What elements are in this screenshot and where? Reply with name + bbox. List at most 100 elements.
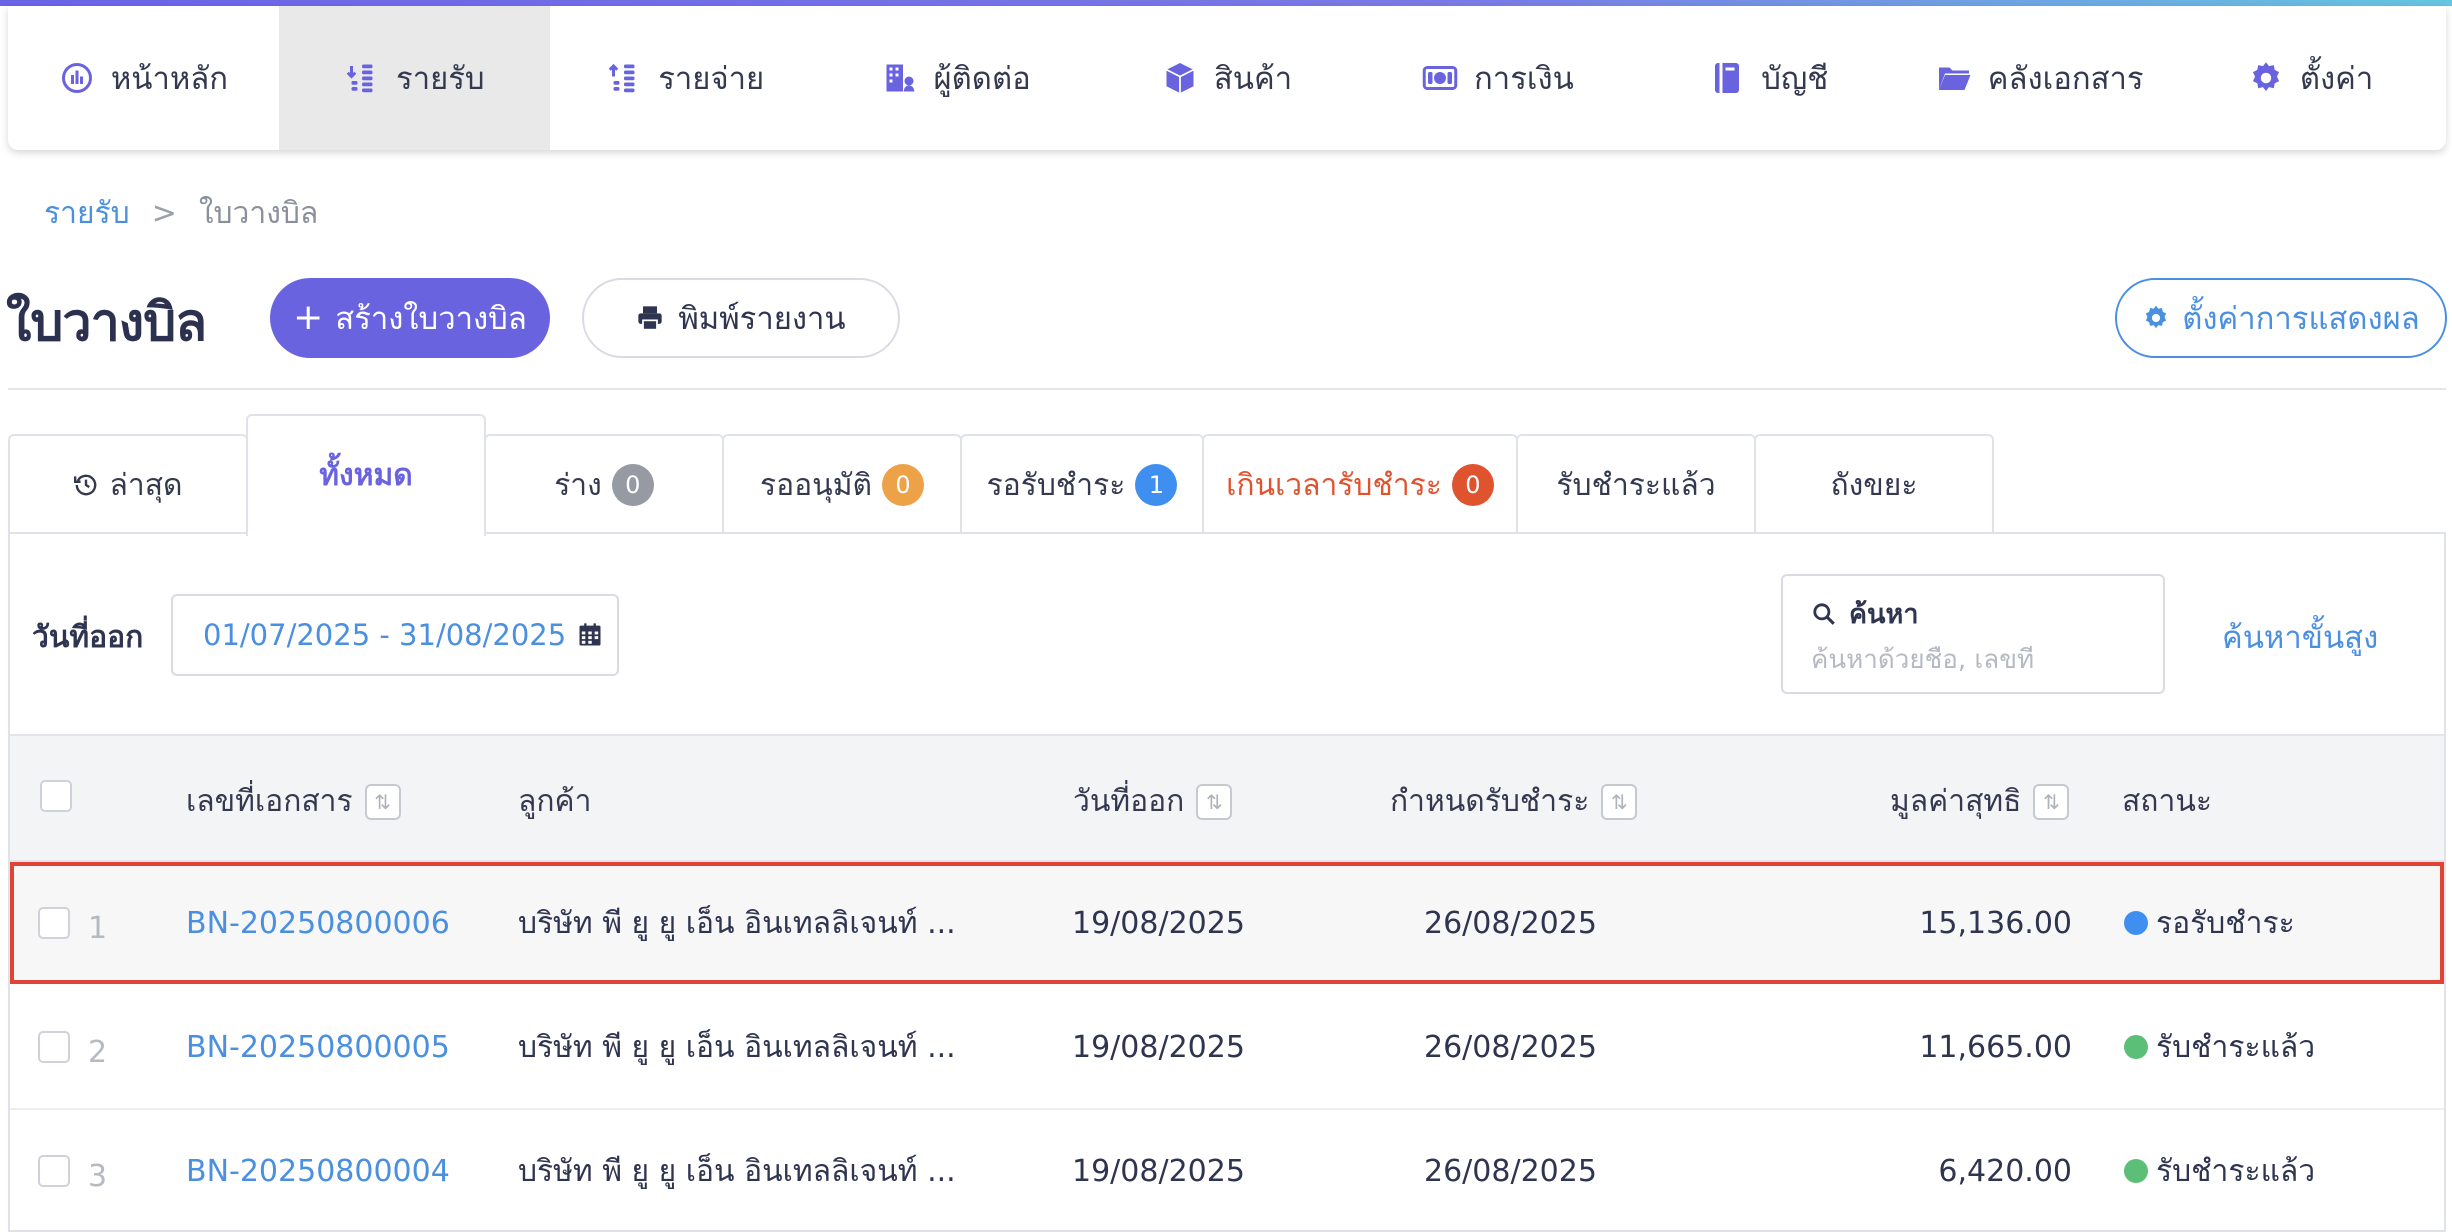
customer-name: บริษัท พี ยู ยู เอ็น อินเทลลิเจนท์ ... — [518, 905, 956, 941]
tab-awaiting-approval[interactable]: รออนุมัติ 0 — [722, 434, 962, 534]
count-badge: 0 — [881, 464, 924, 506]
table-row[interactable]: 2 BN-20250800005 บริษัท พี ยู ยู เอ็น อิ… — [10, 986, 2444, 1108]
doc-number-link[interactable]: BN-20250800004 — [186, 1154, 450, 1189]
sort-icon[interactable]: ⇅ — [1601, 783, 1638, 820]
column-label: มูลค่าสุทธิ — [1890, 784, 2022, 819]
status-dot — [2124, 911, 2148, 935]
status-cell: รับชำระแล้ว — [2124, 1110, 2315, 1232]
row-checkbox[interactable] — [38, 1031, 70, 1063]
row-checkbox[interactable] — [38, 1155, 70, 1187]
row-select-cell: 1 — [38, 862, 107, 984]
column-label: ลูกค้า — [518, 784, 592, 819]
column-header-status: สถานะ — [2122, 778, 2212, 825]
tab-label: เกินเวลารับชำระ — [1226, 467, 1442, 503]
count-badge: 0 — [1451, 464, 1494, 506]
nav-item-settings[interactable]: ตั้งค่า — [2175, 6, 2446, 150]
row-index: 1 — [88, 910, 108, 946]
advanced-search-link[interactable]: ค้นหาขั้นสูง — [2222, 612, 2378, 662]
nav-item-accounting[interactable]: บัญชี — [1633, 6, 1904, 150]
doc-number-link[interactable]: BN-20250800006 — [186, 906, 450, 941]
nav-item-home[interactable]: หน้าหลัก — [8, 6, 279, 150]
nav-item-label: รายรับ — [396, 61, 485, 97]
row-index: 3 — [88, 1158, 108, 1194]
nav-item-label: สินค้า — [1213, 61, 1293, 97]
nav-item-expense[interactable]: รายจ่าย — [550, 6, 821, 150]
nav-item-label: ตั้งค่า — [2299, 61, 2374, 97]
table-row[interactable]: 1 BN-20250800006 บริษัท พี ยู ยู เอ็น อิ… — [10, 862, 2444, 984]
header-divider — [8, 388, 2446, 390]
display-settings-button[interactable]: ตั้งค่าการแสดงผล — [2115, 278, 2447, 358]
tab-all[interactable]: ทั้งหมด — [246, 414, 486, 536]
tab-label: ทั้งหมด — [319, 458, 413, 493]
display-settings-label: ตั้งค่าการแสดงผล — [2182, 301, 2420, 337]
money-icon — [1422, 60, 1458, 96]
tab-overdue[interactable]: เกินเวลารับชำระ 0 — [1202, 434, 1518, 534]
tab-label: ล่าสุด — [109, 467, 183, 503]
column-header-due-date[interactable]: กำหนดรับชำระ ⇅ — [1390, 778, 1638, 825]
breadcrumb-separator: > — [151, 196, 177, 231]
nav-item-label: บัญชี — [1761, 61, 1829, 97]
create-billing-note-button[interactable]: + สร้างใบวางบิล — [270, 278, 550, 358]
row-select-cell: 3 — [38, 1110, 107, 1232]
tab-paid[interactable]: รับชำระแล้ว — [1516, 434, 1756, 534]
net-amount: 15,136.00 — [1919, 905, 2072, 941]
tab-awaiting-payment[interactable]: รอรับชำระ 1 — [960, 434, 1204, 534]
table-header: เลขที่เอกสาร ⇅ ลูกค้า วันที่ออก ⇅ กำหนดร… — [10, 734, 2444, 862]
nav-item-income[interactable]: รายรับ — [278, 6, 550, 150]
date-range-picker[interactable]: 01/07/2025 - 31/08/2025 — [171, 594, 619, 676]
income-coins-icon — [344, 60, 380, 96]
sort-icon[interactable]: ⇅ — [1196, 783, 1233, 820]
nav-item-label: คลังเอกสาร — [1987, 61, 2144, 97]
row-index: 2 — [88, 1034, 108, 1070]
customer-name: บริษัท พี ยู ยู เอ็น อินเทลลิเจนท์ ... — [518, 1029, 956, 1065]
net-amount: 11,665.00 — [1919, 1029, 2072, 1065]
gear-icon — [2248, 60, 2284, 96]
table-row[interactable]: 3 BN-20250800004 บริษัท พี ยู ยู เอ็น อิ… — [10, 1110, 2444, 1232]
column-label: สถานะ — [2122, 784, 2212, 819]
count-badge: 1 — [1135, 464, 1178, 506]
select-all-checkbox-cell — [40, 780, 72, 812]
breadcrumb-link-income[interactable]: รายรับ — [44, 190, 130, 237]
nav-item-label: ผู้ติดต่อ — [933, 61, 1031, 97]
sort-icon[interactable]: ⇅ — [2033, 783, 2070, 820]
main-nav: หน้าหลัก รายรับ รายจ่าย ผู้ติดต่อ สินค้า… — [8, 6, 2446, 150]
row-select-cell: 2 — [38, 986, 107, 1108]
history-icon — [73, 472, 99, 498]
issue-date-filter-label: วันที่ออก — [32, 620, 144, 655]
tab-trash[interactable]: ถังขยะ — [1754, 434, 1994, 534]
search-input[interactable] — [1811, 645, 2131, 675]
contacts-building-icon — [882, 60, 918, 96]
print-report-button[interactable]: พิมพ์รายงาน — [582, 278, 900, 358]
column-header-issue-date[interactable]: วันที่ออก ⇅ — [1073, 778, 1233, 825]
gear-icon — [2142, 304, 2170, 332]
status-badge: รอรับชำระ — [2156, 905, 2295, 941]
due-date: 26/08/2025 — [1424, 905, 1597, 941]
breadcrumb-current: ใบวางบิล — [198, 196, 319, 231]
ledger-book-icon — [1709, 60, 1745, 96]
tab-label: ร่าง — [554, 467, 602, 503]
issue-date: 19/08/2025 — [1072, 905, 1245, 941]
tab-latest[interactable]: ล่าสุด — [8, 434, 248, 534]
printer-icon — [636, 304, 664, 332]
row-checkbox[interactable] — [38, 907, 70, 939]
status-cell: รอรับชำระ — [2124, 862, 2295, 984]
column-header-doc-no[interactable]: เลขที่เอกสาร ⇅ — [186, 778, 401, 825]
nav-item-products[interactable]: สินค้า — [1092, 6, 1363, 150]
tab-label: ถังขยะ — [1830, 467, 1918, 503]
column-header-net-amount[interactable]: มูลค่าสุทธิ ⇅ — [1890, 778, 2070, 825]
tab-draft[interactable]: ร่าง 0 — [484, 434, 724, 534]
select-all-checkbox[interactable] — [40, 780, 72, 812]
nav-item-contacts[interactable]: ผู้ติดต่อ — [821, 6, 1092, 150]
column-label: กำหนดรับชำระ — [1390, 784, 1590, 819]
sort-icon[interactable]: ⇅ — [364, 783, 401, 820]
status-badge: รับชำระแล้ว — [2156, 1153, 2316, 1189]
doc-number-link[interactable]: BN-20250800005 — [186, 1030, 450, 1065]
nav-item-documents[interactable]: คลังเอกสาร — [1904, 6, 2175, 150]
box-icon — [1162, 60, 1198, 96]
nav-item-finance[interactable]: การเงิน — [1362, 6, 1633, 150]
page-title: ใบวางบิล — [6, 293, 207, 353]
status-cell: รับชำระแล้ว — [2124, 986, 2315, 1108]
tab-label: รอรับชำระ — [986, 467, 1126, 503]
plus-icon: + — [293, 297, 324, 338]
status-badge: รับชำระแล้ว — [2156, 1029, 2316, 1065]
